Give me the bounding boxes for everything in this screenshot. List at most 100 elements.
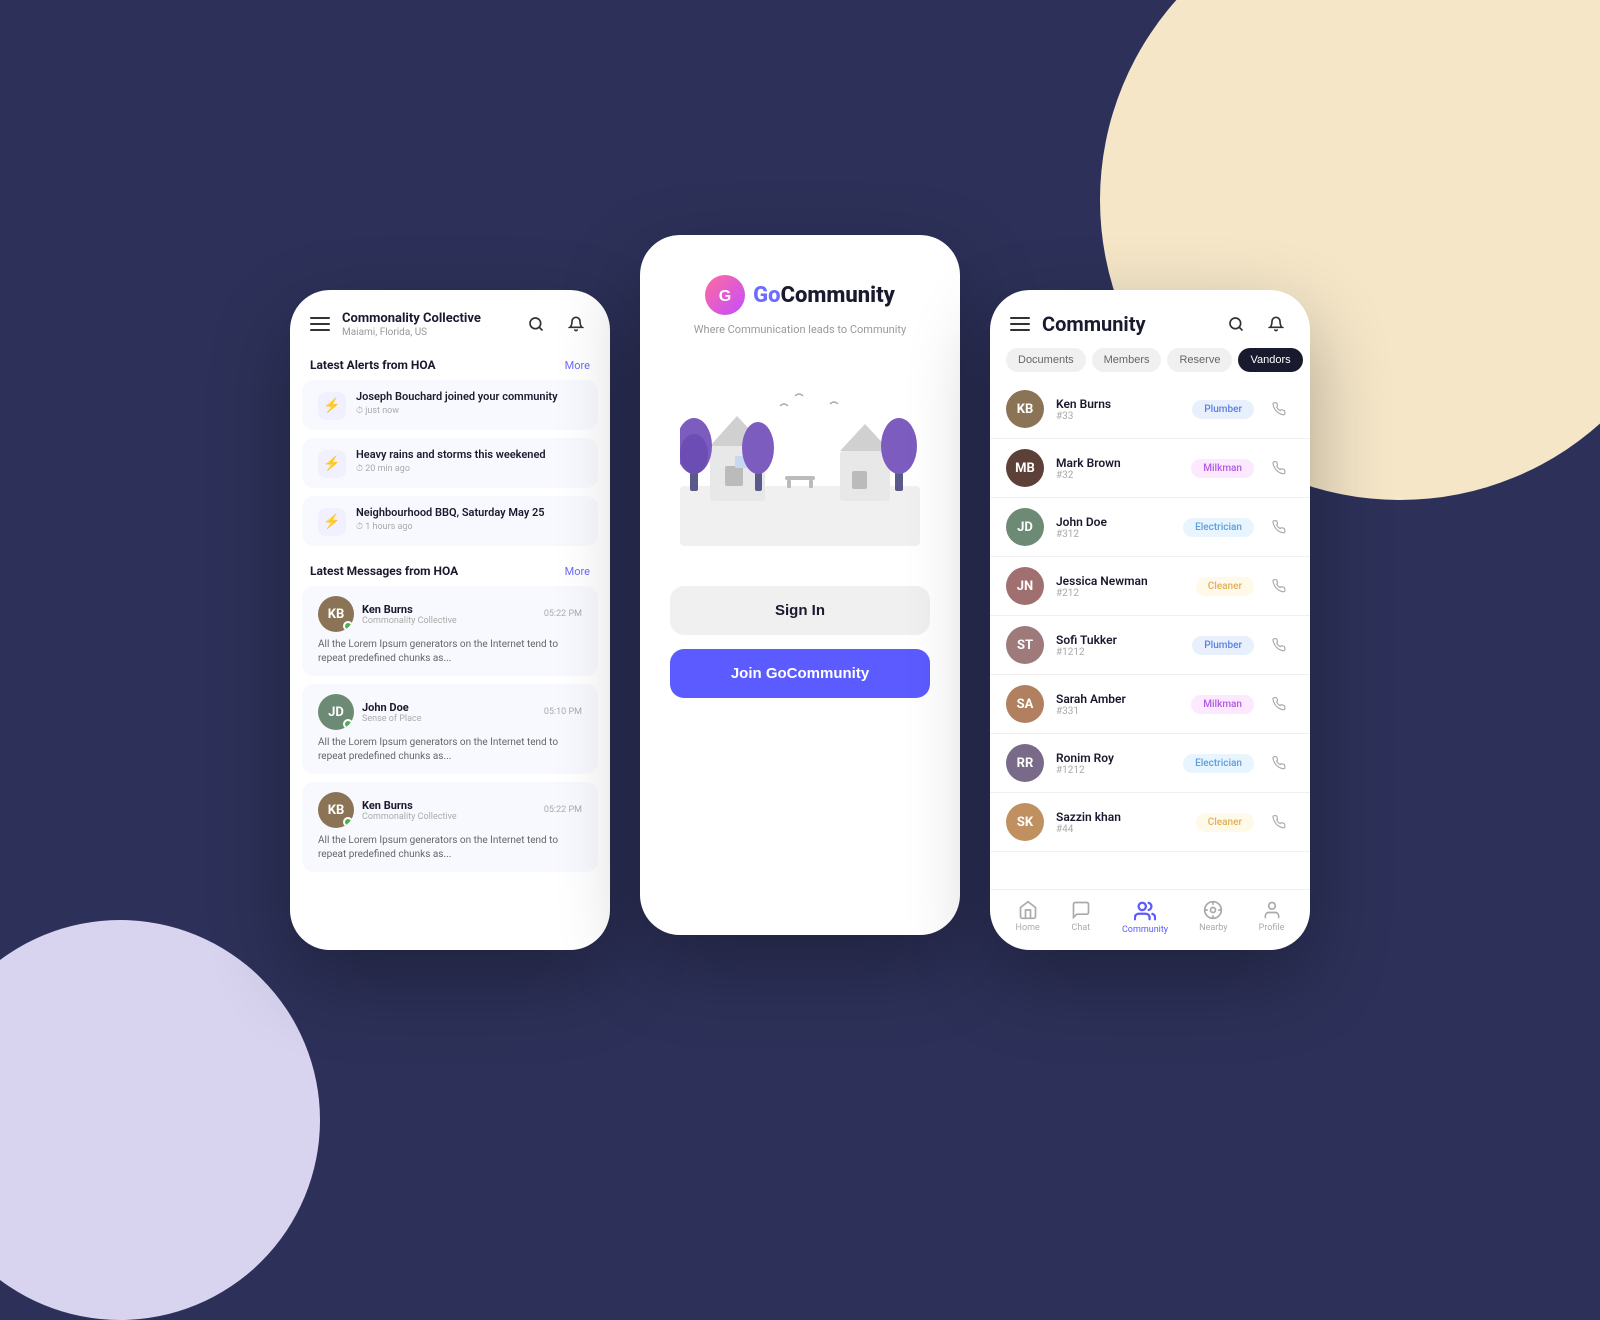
logo-go: Go (753, 283, 780, 308)
call-btn-ken[interactable] (1264, 394, 1294, 424)
nav-nearby[interactable]: Nearby (1199, 900, 1227, 935)
message-user-group-3: Commonality Collective (362, 812, 457, 822)
community-menu-icon[interactable] (1010, 317, 1030, 331)
nav-community[interactable]: Community (1122, 900, 1168, 935)
bell-icon[interactable] (562, 310, 590, 338)
vendor-avatar-ronim: RR (1006, 744, 1044, 782)
phone-hoa: Commonality Collective Maiami, Florida, … (290, 290, 610, 950)
tab-documents[interactable]: Documents (1006, 348, 1086, 372)
community-bell-icon[interactable] (1262, 310, 1290, 338)
community-tabs: Documents Members Reserve Vandors (990, 348, 1310, 372)
search-icon[interactable] (522, 310, 550, 338)
sign-in-button[interactable]: Sign In (670, 586, 930, 635)
nav-profile[interactable]: Profile (1259, 900, 1285, 935)
header-icons (522, 310, 590, 338)
vendor-info-sazzin: Sazzin khan #44 (1056, 810, 1196, 835)
avatar-ken-1: KB (318, 596, 354, 632)
community-header-left: Community (1010, 312, 1146, 336)
community-header-icons (1222, 310, 1290, 338)
vendor-id-jessica: #212 (1056, 588, 1196, 599)
call-btn-sofi[interactable] (1264, 630, 1294, 660)
alerts-more-link[interactable]: More (565, 359, 590, 372)
vendor-info-mark: Mark Brown #32 (1056, 456, 1191, 481)
alert-content-3: Neighbourhood BBQ, Saturday May 25 ⏱ 1 h… (356, 506, 545, 532)
vendor-id-john: #312 (1056, 529, 1183, 540)
vendor-id-sazzin: #44 (1056, 824, 1196, 835)
nav-home[interactable]: Home (1016, 900, 1040, 935)
vendor-avatar-sofi: ST (1006, 626, 1044, 664)
nav-chat-label: Chat (1072, 923, 1091, 933)
message-text-2: All the Lorem Ipsum generators on the In… (318, 736, 582, 764)
phone2-content: G Go Community Where Communication leads… (640, 235, 960, 935)
vendor-name-sarah: Sarah Amber (1056, 692, 1191, 706)
messages-title: Latest Messages from HOA (310, 564, 458, 578)
vendor-tag-john: Electrician (1183, 518, 1254, 537)
vendor-tag-sofi: Plumber (1192, 636, 1254, 655)
logo-community: Community (781, 283, 895, 308)
alert-item-1: ⚡ Joseph Bouchard joined your community … (302, 380, 598, 430)
app-title-block: Commonality Collective Maiami, Florida, … (342, 311, 481, 338)
vendor-info-sofi: Sofi Tukker #1212 (1056, 633, 1192, 658)
vendor-item-ken: KB Ken Burns #33 Plumber (990, 380, 1310, 439)
call-btn-sazzin[interactable] (1264, 807, 1294, 837)
message-user-info-3: Ken Burns Commonality Collective (362, 799, 457, 822)
tab-reserve[interactable]: Reserve (1167, 348, 1232, 372)
message-user-info-1: Ken Burns Commonality Collective (362, 603, 457, 626)
phone1-header: Commonality Collective Maiami, Florida, … (290, 290, 610, 348)
vendor-item-sazzin: SK Sazzin khan #44 Cleaner (990, 793, 1310, 852)
vendor-name-ronim: Ronim Roy (1056, 751, 1183, 765)
message-user-name-2: John Doe (362, 701, 421, 714)
vendor-avatar-jessica: JN (1006, 567, 1044, 605)
call-btn-john[interactable] (1264, 512, 1294, 542)
message-time-1: 05:22 PM (544, 609, 582, 619)
community-search-icon[interactable] (1222, 310, 1250, 338)
alert-time-3: ⏱ 1 hours ago (356, 522, 545, 532)
app-title: Commonality Collective (342, 311, 481, 326)
vendor-tag-sazzin: Cleaner (1196, 813, 1254, 832)
alert-content-2: Heavy rains and storms this weekened ⏱ 2… (356, 448, 546, 474)
vendor-name-ken: Ken Burns (1056, 397, 1192, 411)
online-indicator-2 (343, 719, 353, 729)
message-header-row-2: JD John Doe Sense of Place 05:10 PM (318, 694, 582, 730)
vendor-list: KB Ken Burns #33 Plumber MB Mark Brown #… (990, 380, 1310, 889)
vendor-item-jessica: JN Jessica Newman #212 Cleaner (990, 557, 1310, 616)
vendor-info-jessica: Jessica Newman #212 (1056, 574, 1196, 599)
nav-chat[interactable]: Chat (1071, 900, 1091, 935)
alert-item-3: ⚡ Neighbourhood BBQ, Saturday May 25 ⏱ 1… (302, 496, 598, 546)
vendor-name-sazzin: Sazzin khan (1056, 810, 1196, 824)
message-text-3: All the Lorem Ipsum generators on the In… (318, 834, 582, 862)
vendor-id-sarah: #331 (1056, 706, 1191, 717)
community-title: Community (1042, 312, 1146, 336)
menu-icon[interactable] (310, 317, 330, 331)
tab-members[interactable]: Members (1092, 348, 1162, 372)
community-illustration (680, 366, 920, 546)
message-header-row-3: KB Ken Burns Commonality Collective 05:2… (318, 792, 582, 828)
join-button[interactable]: Join GoCommunity (670, 649, 930, 698)
vendor-info-john: John Doe #312 (1056, 515, 1183, 540)
nav-community-label: Community (1122, 925, 1168, 935)
vendor-name-mark: Mark Brown (1056, 456, 1191, 470)
vendor-avatar-john: JD (1006, 508, 1044, 546)
vendor-tag-mark: Milkman (1191, 459, 1254, 478)
tab-vandors[interactable]: Vandors (1238, 348, 1302, 372)
alert-time-1: ⏱ just now (356, 406, 558, 416)
message-time-2: 05:10 PM (544, 707, 582, 717)
alert-title-2: Heavy rains and storms this weekened (356, 448, 546, 462)
message-user-name-1: Ken Burns (362, 603, 457, 616)
message-user-2: JD John Doe Sense of Place (318, 694, 421, 730)
call-btn-jessica[interactable] (1264, 571, 1294, 601)
alert-time-2: ⏱ 20 min ago (356, 464, 546, 474)
vendor-avatar-sazzin: SK (1006, 803, 1044, 841)
svg-text:G: G (719, 288, 731, 305)
bottom-nav: Home Chat Community Nearby Profile (990, 889, 1310, 950)
call-btn-ronim[interactable] (1264, 748, 1294, 778)
vendor-tag-ronim: Electrician (1183, 754, 1254, 773)
messages-more-link[interactable]: More (565, 565, 590, 578)
call-btn-mark[interactable] (1264, 453, 1294, 483)
logo-tagline: Where Communication leads to Community (694, 323, 906, 336)
message-user-3: KB Ken Burns Commonality Collective (318, 792, 457, 828)
alert-icon-1: ⚡ (318, 392, 346, 420)
call-btn-sarah[interactable] (1264, 689, 1294, 719)
message-header-row-1: KB Ken Burns Commonality Collective 05:2… (318, 596, 582, 632)
message-item-1: KB Ken Burns Commonality Collective 05:2… (302, 586, 598, 676)
